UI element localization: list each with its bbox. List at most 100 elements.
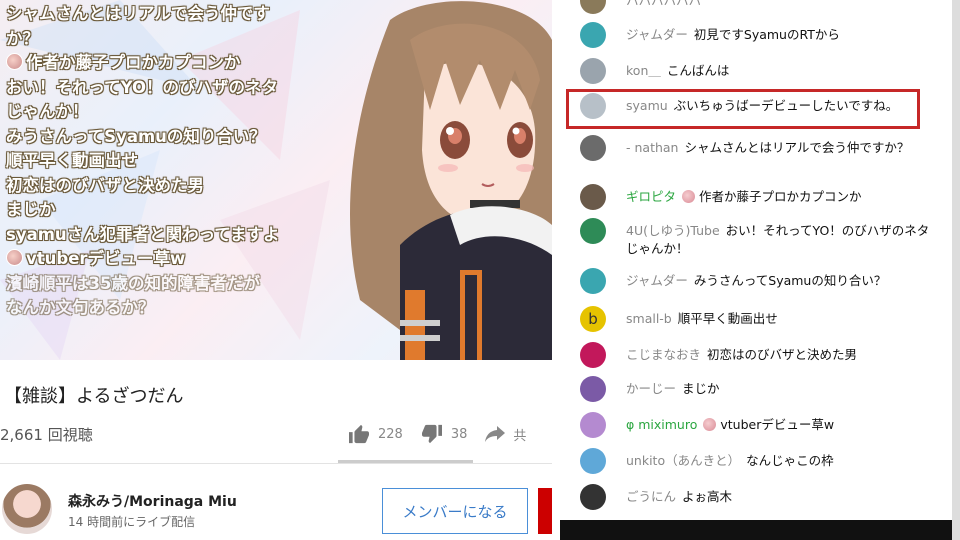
chat-avatar[interactable] <box>580 268 606 294</box>
overlay-comment: みうさんってSyamuの知り合い？ <box>6 125 356 150</box>
chat-author[interactable]: small-b <box>626 311 672 326</box>
dislike-count: 38 <box>450 426 468 442</box>
chat-author[interactable]: 4U(しゆう)Tube <box>626 223 720 238</box>
chat-avatar[interactable] <box>580 0 606 14</box>
chat-message-body: - nathan シャムさんとはリアルで会う仲ですか？ <box>626 139 940 157</box>
chat-avatar[interactable] <box>580 135 606 161</box>
chat-text: 作者か藤子プロかカプコンか <box>699 189 862 204</box>
overlay-comment-text: 作者か藤子プロかカプコンか <box>26 53 241 72</box>
chat-author[interactable]: かーじー <box>626 381 676 396</box>
overlay-comment: 順平早く動画出せ <box>6 149 356 174</box>
dislike-button[interactable]: 38 <box>421 424 468 444</box>
overlay-comment: まじか <box>6 198 356 223</box>
chat-avatar[interactable] <box>580 342 606 368</box>
chat-author[interactable]: φ miximuro <box>626 417 697 432</box>
overlay-comment: 作者か藤子プロかカプコンか <box>6 51 356 76</box>
view-count: 2,661 回視聴 <box>0 426 93 444</box>
chat-avatar[interactable] <box>580 448 606 474</box>
overlay-comment: syamuさん犯罪者と関わってますよ <box>6 223 356 248</box>
chat-message-body: かーじー まじか <box>626 380 940 398</box>
overlay-comment: 濱崎順平は35歳の知的障害者だが <box>6 272 356 297</box>
overlay-comment-text: じゃんか！ <box>6 102 89 121</box>
overlay-comment: シャムさんとはリアルで会う仲です <box>6 2 356 27</box>
user-avatar-icon <box>6 53 23 70</box>
chat-text: みうさんってSyamuの知り合い？ <box>693 273 887 288</box>
chat-text: vtuberデビュー草w <box>720 417 835 432</box>
share-label: 共 <box>513 428 527 444</box>
chat-avatar[interactable] <box>580 376 606 402</box>
overlay-comment-text: 初恋はのびバザと決めた男 <box>6 175 204 195</box>
share-button[interactable]: 共 <box>485 425 526 444</box>
member-badge-icon <box>682 190 696 203</box>
chat-avatar[interactable] <box>580 58 606 84</box>
chat-message-body: small-b 順平早く動画出せ <box>626 310 940 328</box>
chat-message-body: 4U(しゆう)Tube おい！それってYO！のびハザのネタじゃんか！ <box>626 222 940 258</box>
chat-message-body: ハハハハハハ <box>626 0 940 10</box>
chat-author[interactable]: - nathan <box>626 140 678 155</box>
scrollbar[interactable] <box>952 0 960 540</box>
chat-avatar[interactable] <box>580 412 606 438</box>
chat-text: 初見ですSyamuのRTから <box>693 27 840 42</box>
video-player[interactable]: シャムさんとはリアルで会う仲です か？ 作者か藤子プロかカプコンかおい！それってYO… <box>0 0 552 360</box>
chat-author[interactable]: ごうにん <box>626 489 676 504</box>
divider <box>0 463 552 464</box>
overlay-comment: じゃんか！ <box>6 100 356 125</box>
overlay-comment: vtuberデビュー草w <box>6 247 356 272</box>
share-icon <box>485 426 506 442</box>
overlay-comment-text: シャムさんとはリアルで会う仲です <box>6 4 270 23</box>
chat-message-body: φ miximuro vtuberデビュー草w <box>626 416 940 434</box>
overlay-comment-text: か？ <box>6 28 39 48</box>
member-button[interactable]: メンバーになる <box>382 488 528 534</box>
overlay-comment-text: vtuberデビュー草w <box>26 249 186 268</box>
channel-avatar[interactable] <box>2 484 52 534</box>
chat-text: なんじゃこの枠 <box>746 453 834 468</box>
chat-author[interactable]: unkito（あんきと） <box>626 453 740 468</box>
chat-author[interactable]: kon＿ <box>626 63 661 78</box>
chat-author[interactable]: ジャムダー <box>626 273 688 288</box>
chat-text: 順平早く動画出せ <box>677 311 778 326</box>
subscribe-button[interactable] <box>538 488 552 534</box>
highlight-box <box>566 89 920 129</box>
chat-avatar[interactable] <box>580 22 606 48</box>
member-badge-icon <box>703 418 717 431</box>
chat-author[interactable]: こじまなおき <box>626 347 701 362</box>
chat-avatar-letter: b <box>588 310 598 328</box>
chat-text: まじか <box>682 381 720 396</box>
overlay-comments: シャムさんとはリアルで会う仲です か？ 作者か藤子プロかカプコンかおい！それってYO… <box>6 2 356 321</box>
live-time: 14 時間前にライブ配信 <box>68 515 196 529</box>
video-title: 【雑談】よるざつだん <box>4 386 184 407</box>
chat-author[interactable]: ハハハハハハ <box>626 0 701 8</box>
chat-avatar[interactable]: b <box>580 306 606 332</box>
channel-name[interactable]: 森永みう/Morinaga Miu <box>68 491 237 511</box>
chat-text: シャムさんとはリアルで会う仲ですか？ <box>684 140 910 155</box>
thumbs-down-icon <box>421 424 442 444</box>
chat-message-body: ギロピタ 作者か藤子プロかカプコンか <box>626 188 940 206</box>
overlay-comment: か？ <box>6 27 356 52</box>
overlay-comment-text: みうさんってSyamuの知り合い？ <box>6 126 266 146</box>
video-actions: 228 38 共 <box>348 424 544 444</box>
overlay-comment-text: syamuさん犯罪者と関わってますよ <box>6 224 280 244</box>
like-button[interactable]: 228 <box>348 424 403 444</box>
like-count: 228 <box>378 426 403 442</box>
overlay-comment-text: おい！それってYO！のびハザのネタ <box>6 77 279 97</box>
overlay-comment: なんか文句あるか？ <box>6 296 356 321</box>
chat-message-body: ごうにん よぉ高木 <box>626 488 940 506</box>
chat-text: こんばんは <box>666 63 730 78</box>
overlay-comment-text: なんか文句あるか？ <box>6 298 155 317</box>
thumbs-up-icon <box>349 424 369 444</box>
live-chat-panel: ハハハハハハ ジャムダー 初見ですSyamuのRTから kon＿ こんばんは syamu ぶ… <box>560 0 952 520</box>
overlay-comment-text: まじか <box>6 200 56 219</box>
chat-message-body: kon＿ こんばんは <box>626 62 940 80</box>
overlay-comment: おい！それってYO！のびハザのネタ <box>6 76 356 101</box>
vtuber-avatar-image <box>350 1 552 360</box>
chat-avatar[interactable] <box>580 184 606 210</box>
chat-author[interactable]: ギロピタ <box>626 189 676 204</box>
chat-message-body: ジャムダー みうさんってSyamuの知り合い？ <box>626 272 940 290</box>
chat-avatar[interactable] <box>580 484 606 510</box>
chat-author[interactable]: ジャムダー <box>626 27 688 42</box>
chat-text: 初恋はのびバザと決めた男 <box>707 347 858 362</box>
chat-avatar[interactable] <box>580 218 606 244</box>
user-avatar-icon <box>6 249 23 266</box>
chat-message-body: unkito（あんきと） なんじゃこの枠 <box>626 452 940 470</box>
chat-bottom-bar <box>560 520 960 540</box>
